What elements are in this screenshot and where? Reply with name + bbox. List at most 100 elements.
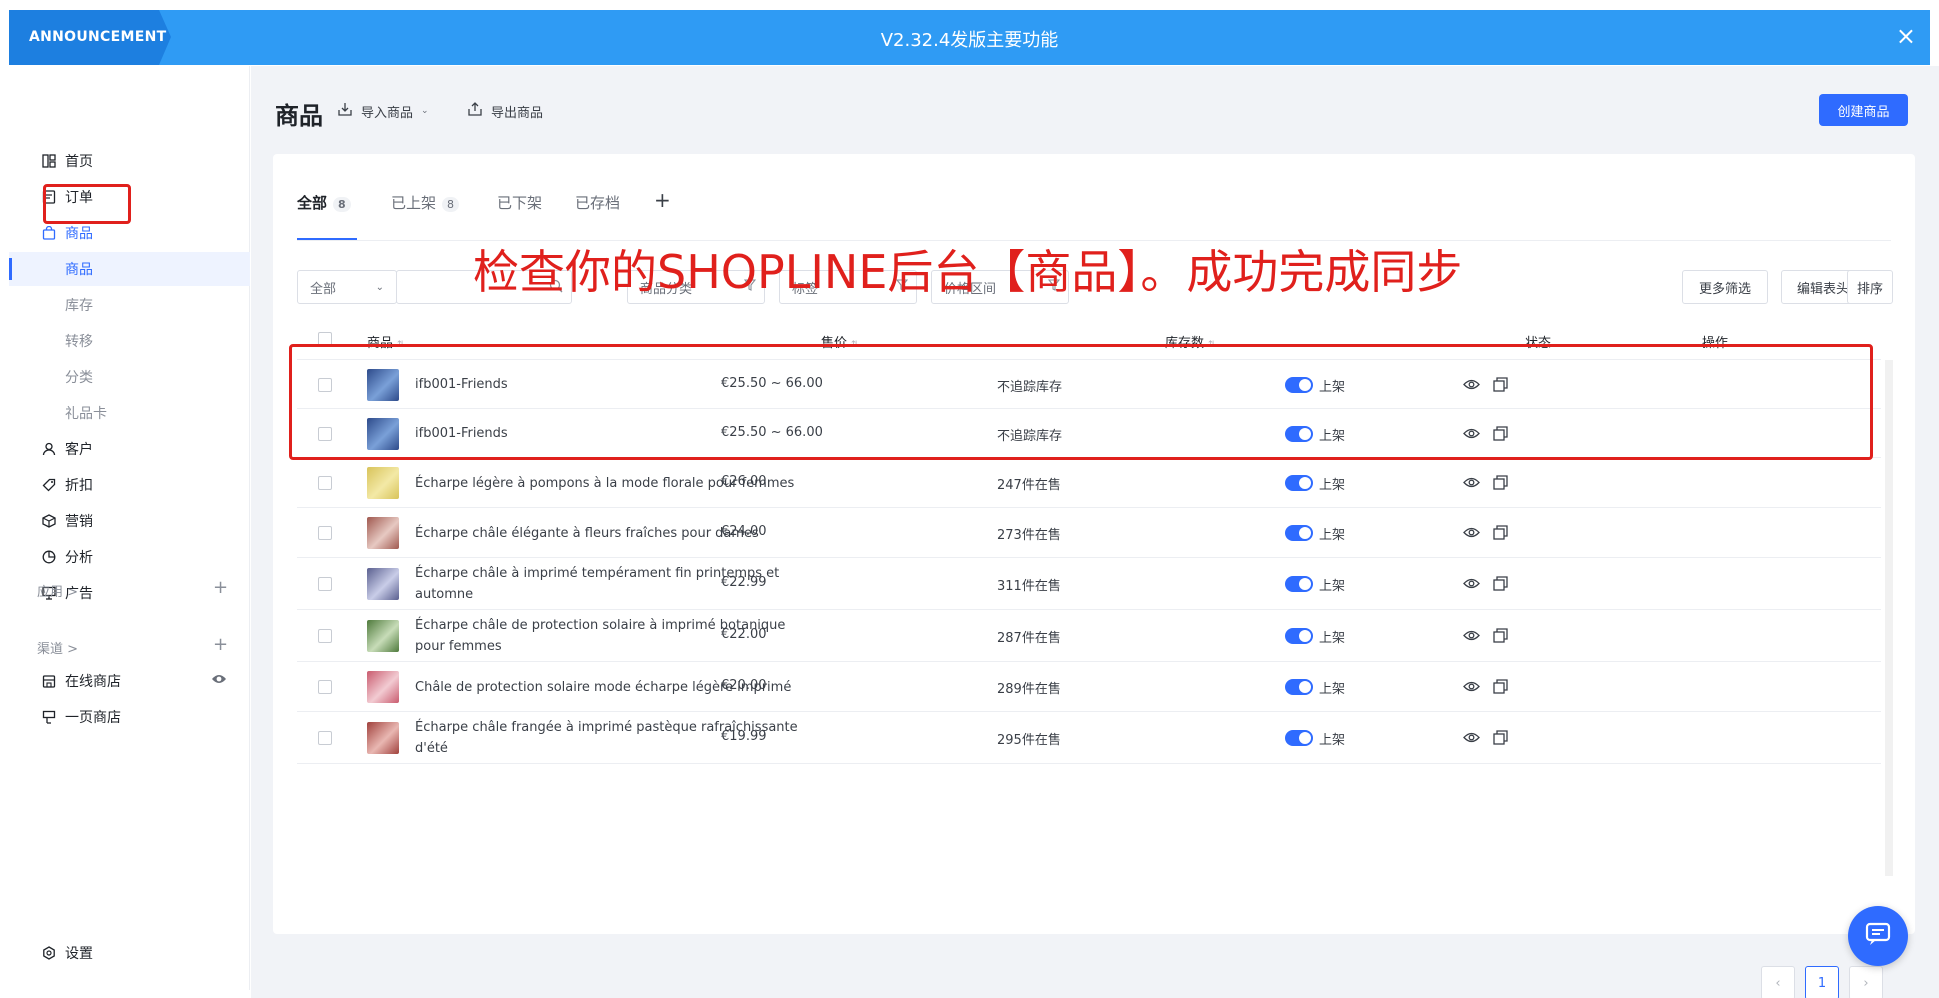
status-toggle[interactable] xyxy=(1285,730,1313,746)
apps-section-header[interactable]: 应用 > xyxy=(37,581,78,600)
chat-icon xyxy=(1865,922,1891,950)
sidebar-item-discounts[interactable]: 折扣 xyxy=(9,468,250,502)
sidebar-subitem-inventory[interactable]: 库存 xyxy=(9,288,250,322)
product-thumbnail[interactable] xyxy=(367,467,399,499)
product-thumbnail[interactable] xyxy=(367,671,399,703)
copy-icon[interactable] xyxy=(1493,730,1508,749)
sidebar-item-label: 折扣 xyxy=(65,478,93,494)
eye-icon[interactable] xyxy=(1463,731,1480,748)
sidebar-subitem-products[interactable]: 商品 xyxy=(9,252,250,286)
status-toggle[interactable] xyxy=(1285,679,1313,695)
add-tab-button[interactable]: + xyxy=(654,188,671,212)
product-thumbnail[interactable] xyxy=(367,722,399,754)
close-icon[interactable]: × xyxy=(1896,23,1916,49)
status-label: 上架 xyxy=(1319,733,1346,748)
product-price: €19.99 xyxy=(721,729,767,744)
sidebar-item-label: 商品 xyxy=(65,226,93,242)
chat-button[interactable] xyxy=(1848,906,1908,966)
table-row[interactable]: Châle de protection solaire mode écharpe… xyxy=(297,662,1881,712)
tab-listed[interactable]: 已上架 8 xyxy=(391,192,460,213)
table-row[interactable]: Écharpe châle élégante à fleurs fraîches… xyxy=(297,508,1881,558)
sort-button[interactable]: 排序 xyxy=(1847,270,1893,304)
eye-icon[interactable] xyxy=(1463,476,1480,493)
status-label: 上架 xyxy=(1319,631,1346,646)
user-icon xyxy=(41,441,57,457)
copy-icon[interactable] xyxy=(1493,525,1508,544)
sidebar-item-analytics[interactable]: 分析 xyxy=(9,540,250,574)
export-products-button[interactable]: 导出商品 xyxy=(467,101,543,121)
create-product-button[interactable]: 创建商品 xyxy=(1819,94,1908,126)
table-row[interactable]: Écharpe châle de protection solaire à im… xyxy=(297,610,1881,662)
product-stock: 289件在售 xyxy=(997,682,1061,697)
tab-unlisted[interactable]: 已下架 xyxy=(497,192,542,213)
scope-select-value: 全部 xyxy=(310,281,337,297)
status-label: 上架 xyxy=(1319,579,1346,594)
table-row[interactable]: Écharpe châle à imprimé tempérament fin … xyxy=(297,558,1881,610)
tab-count: 8 xyxy=(333,197,351,212)
product-price: €24.00 xyxy=(721,524,767,539)
tab-all[interactable]: 全部 8 xyxy=(297,192,351,213)
eye-icon[interactable] xyxy=(211,673,227,689)
sidebar-item-label: 一页商店 xyxy=(65,710,121,726)
product-thumbnail[interactable] xyxy=(367,517,399,549)
main-content: 商品 导入商品 ⌄ 导出商品 创建商品 全部 8 已上架 8 已下架 已存档 + 全… xyxy=(251,66,1939,998)
channels-section-header[interactable]: 渠道 > xyxy=(37,638,78,657)
sidebar-item-marketing[interactable]: 营销 xyxy=(9,504,250,538)
row-checkbox[interactable] xyxy=(318,526,332,540)
status-toggle[interactable] xyxy=(1285,525,1313,541)
sidebar-subitem-giftcard[interactable]: 礼品卡 xyxy=(9,396,250,430)
next-page-button[interactable]: › xyxy=(1849,966,1883,998)
add-channel-icon[interactable]: + xyxy=(213,634,228,655)
row-checkbox[interactable] xyxy=(318,680,332,694)
copy-icon[interactable] xyxy=(1493,679,1508,698)
sidebar-item-label: 库存 xyxy=(65,298,93,314)
sidebar-item-online-store[interactable]: 在线商店 xyxy=(9,664,250,698)
product-thumbnail[interactable] xyxy=(367,568,399,600)
eye-icon[interactable] xyxy=(1463,526,1480,543)
tab-label: 已下架 xyxy=(497,194,543,212)
sidebar-item-label: 营销 xyxy=(65,514,93,530)
prev-page-button[interactable]: ‹ xyxy=(1761,966,1795,998)
sidebar-item-settings[interactable]: 设置 xyxy=(9,936,250,970)
row-checkbox[interactable] xyxy=(318,629,332,643)
tab-label: 已存档 xyxy=(575,194,621,212)
annotation-highlight-sidebar xyxy=(43,184,131,224)
add-app-icon[interactable]: + xyxy=(213,577,228,598)
table-scrollbar[interactable] xyxy=(1885,360,1893,876)
row-checkbox[interactable] xyxy=(318,731,332,745)
more-filters-button[interactable]: 更多筛选 xyxy=(1682,270,1768,304)
status-toggle[interactable] xyxy=(1285,475,1313,491)
product-thumbnail[interactable] xyxy=(367,620,399,652)
page-button-1[interactable]: 1 xyxy=(1805,966,1839,998)
import-products-button[interactable]: 导入商品 ⌄ xyxy=(337,101,429,121)
eye-icon[interactable] xyxy=(1463,680,1480,697)
table-row[interactable]: Écharpe légère à pompons à la mode flora… xyxy=(297,458,1881,508)
status-toggle[interactable] xyxy=(1285,628,1313,644)
table-row[interactable]: Écharpe châle frangée à imprimé pastèque… xyxy=(297,712,1881,764)
sidebar-item-label: 设置 xyxy=(65,946,93,962)
tab-archived[interactable]: 已存档 xyxy=(575,192,620,213)
product-stock: 295件在售 xyxy=(997,733,1061,748)
product-stock: 287件在售 xyxy=(997,631,1061,646)
row-checkbox[interactable] xyxy=(318,476,332,490)
announcement-title[interactable]: V2.32.4发版主要功能 xyxy=(9,26,1930,52)
chevron-down-icon: ⌄ xyxy=(375,281,384,293)
eye-icon[interactable] xyxy=(1463,577,1480,594)
chevron-down-icon: ⌄ xyxy=(421,106,429,116)
sidebar-subitem-category[interactable]: 分类 xyxy=(9,360,250,394)
eye-icon[interactable] xyxy=(1463,629,1480,646)
sidebar-subitem-transfer[interactable]: 转移 xyxy=(9,324,250,358)
sidebar: 首页 订单 商品 商品 库存 转移 分类 礼品卡 客户 折扣 营销 分析 广告 … xyxy=(9,66,250,990)
sidebar-item-one-page-store[interactable]: 一页商店 xyxy=(9,700,250,734)
sidebar-item-customers[interactable]: 客户 xyxy=(9,432,250,466)
sign-icon xyxy=(41,709,57,725)
status-toggle[interactable] xyxy=(1285,576,1313,592)
sidebar-item-home[interactable]: 首页 xyxy=(9,144,250,178)
copy-icon[interactable] xyxy=(1493,628,1508,647)
row-checkbox[interactable] xyxy=(318,577,332,591)
page-title: 商品 xyxy=(275,102,323,130)
copy-icon[interactable] xyxy=(1493,576,1508,595)
annotation-highlight-rows xyxy=(289,344,1873,460)
scope-select[interactable]: 全部 ⌄ xyxy=(297,270,397,304)
copy-icon[interactable] xyxy=(1493,475,1508,494)
